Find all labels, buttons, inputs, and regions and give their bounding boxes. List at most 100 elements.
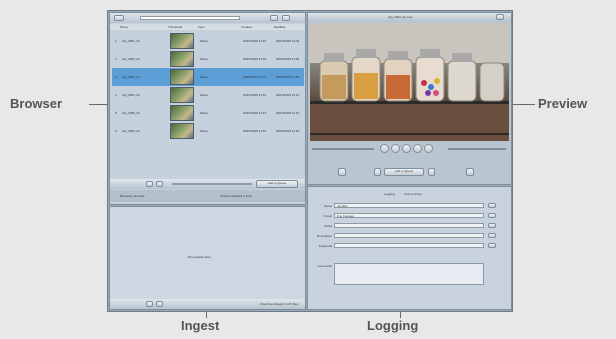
clip-modified: 2007/05/05 11:12 (276, 93, 300, 97)
field-menu-button[interactable] (488, 243, 496, 248)
preview-leader-line (513, 104, 535, 105)
clip-modified: 2007/05/05 11:06 (276, 57, 300, 61)
column-headers: Name Thumbnail Type Created Modified (110, 24, 305, 30)
search-input[interactable] (140, 16, 240, 20)
preview-actions: Add to Queue (308, 163, 511, 183)
ingest-footer: Total Files Ready: 0 of 0 files (110, 299, 305, 309)
field-label: Group (323, 214, 332, 218)
clip-created: 2007/05/05 11:10 (243, 93, 267, 97)
step-forward-button[interactable] (413, 144, 422, 153)
zoom-slider[interactable] (172, 183, 252, 185)
row-number: 1 (115, 39, 117, 43)
clip-name: clip_0006_01 (122, 129, 140, 133)
table-row[interactable]: 4 clip_0004_01 Movie 2007/05/05 11:10 2007/0… (112, 86, 304, 104)
preview-close-button[interactable] (496, 14, 504, 20)
browser-callout: Browser (10, 96, 63, 111)
view-toggle-button[interactable] (114, 15, 124, 21)
ingest-status: Total Files Ready: 0 of 0 files (260, 302, 299, 306)
step-back-button[interactable] (391, 144, 400, 153)
clip-created: 2007/05/05 11:01 (243, 39, 267, 43)
logging-tabs: Logging Link to Group (308, 190, 511, 198)
list-view-button[interactable] (270, 15, 278, 21)
clip-type: Movie (200, 75, 209, 79)
clip-created: 2007/05/05 11:04 (243, 57, 267, 61)
tab-link-to-group[interactable]: Link to Group (404, 192, 422, 196)
field-menu-button[interactable] (488, 213, 496, 218)
ingest-add-button[interactable] (146, 301, 153, 307)
clip-type: Movie (200, 129, 209, 133)
table-row[interactable]: 6 clip_0006_01 Movie 2007/05/05 11:16 2007/0… (112, 122, 304, 140)
clip-created: 2007/05/05 11:16 (243, 129, 267, 133)
add-to-queue-preview-button[interactable]: Add to Queue (384, 168, 424, 176)
row-number: 5 (115, 111, 117, 115)
row-number: 2 (115, 57, 117, 61)
scrubber[interactable] (312, 148, 374, 150)
column-modified[interactable]: Modified (274, 25, 285, 29)
settings-button[interactable] (282, 15, 290, 21)
field-input[interactable] (334, 223, 484, 228)
field-input[interactable] (334, 233, 484, 238)
add-button[interactable] (146, 181, 153, 187)
field-menu-button[interactable] (488, 203, 496, 208)
column-thumbnail[interactable]: Thumbnail (168, 25, 182, 29)
column-type[interactable]: Type (198, 25, 205, 29)
field-menu-button[interactable] (488, 223, 496, 228)
add-to-queue-button[interactable]: Add to Queue (256, 180, 298, 188)
table-row[interactable]: 5 clip_0005_01 Movie 2007/05/05 11:13 2007/0… (112, 104, 304, 122)
clip-thumbnail (170, 33, 194, 49)
logging-callout: Logging (367, 318, 419, 333)
row-number: 4 (115, 93, 117, 97)
column-name[interactable]: Name (120, 25, 128, 29)
field-input[interactable]: Jennifer (334, 203, 484, 208)
ingest-remove-button[interactable] (156, 301, 163, 307)
play-button[interactable] (402, 144, 411, 153)
clip-name: clip_0005_01 (122, 111, 140, 115)
clip-modified: 2007/05/05 11:09 (276, 75, 300, 79)
logging-pane: Logging Link to Group Name Jennifer Group F… (307, 186, 512, 310)
field-menu-button[interactable] (488, 233, 496, 238)
transport-bar (308, 143, 511, 163)
ingest-callout: Ingest (181, 318, 220, 333)
clip-modified: 2007/05/05 11:15 (276, 111, 300, 115)
clip-name: clip_0002_01 (122, 57, 140, 61)
clip-created: 2007/05/05 11:07 (243, 75, 267, 79)
preview-title: clip_0003_01.mov (388, 15, 413, 19)
next-clip-button[interactable] (428, 168, 435, 176)
field-input[interactable]: Fun Footage (334, 213, 484, 218)
items-info: 6 items selected, 6 total (220, 194, 252, 198)
clip-name: clip_0003_01 (122, 75, 140, 79)
clip-thumbnail (170, 69, 194, 85)
mark-out-button[interactable] (466, 168, 474, 176)
field-input[interactable] (334, 243, 484, 248)
table-row[interactable]: 3 clip_0003_01 Movie 2007/05/05 11:07 2007/0… (112, 68, 304, 86)
row-number: 6 (115, 129, 117, 133)
table-row[interactable]: 1 clip_0001_01 Movie 2007/05/05 11:01 2007/0… (112, 32, 304, 50)
prev-clip-button[interactable] (374, 168, 381, 176)
preview-pane: clip_0003_01.mov Add to Queue (307, 12, 512, 185)
clip-thumbnail (170, 51, 194, 67)
ingest-pane[interactable]: Drop assets here Total Files Ready: 0 of… (109, 206, 306, 310)
preview-video[interactable] (310, 23, 509, 141)
drop-zone-text: Drop assets here (188, 255, 211, 259)
app-window: Name Thumbnail Type Created Modified 1 cl… (107, 10, 513, 312)
browser-leader-line (89, 104, 107, 105)
clip-created: 2007/05/05 11:13 (243, 111, 267, 115)
fast-forward-button[interactable] (424, 144, 433, 153)
clip-thumbnail (170, 87, 194, 103)
table-row[interactable]: 2 clip_0002_01 Movie 2007/05/05 11:04 2007/0… (112, 50, 304, 68)
comments-field[interactable] (334, 263, 484, 285)
tab-logging[interactable]: Logging (384, 192, 395, 196)
rewind-button[interactable] (380, 144, 389, 153)
mark-in-button[interactable] (338, 168, 346, 176)
clip-type: Movie (200, 57, 209, 61)
volume-slider[interactable] (448, 148, 506, 150)
clip-name: clip_0001_01 (122, 39, 140, 43)
clip-name: clip_0004_01 (122, 93, 140, 97)
remove-button[interactable] (156, 181, 163, 187)
video-frame-image (310, 23, 509, 141)
browsing-status: Browsing: Remote (120, 194, 145, 198)
clip-thumbnail (170, 123, 194, 139)
clip-type: Movie (200, 93, 209, 97)
clip-type: Movie (200, 111, 209, 115)
column-created[interactable]: Created (241, 25, 252, 29)
